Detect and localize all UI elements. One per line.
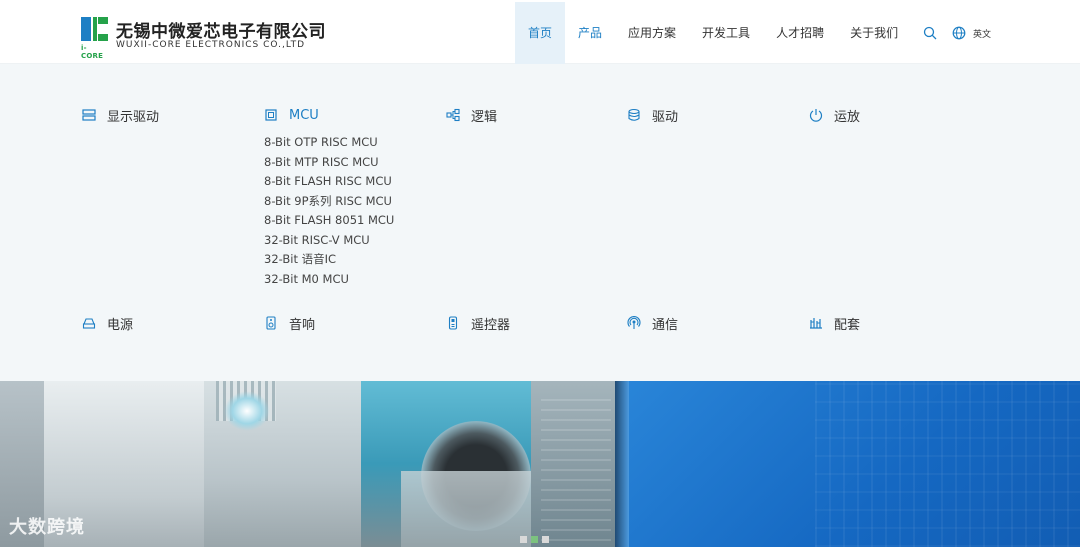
category-label: 逻辑 [471,109,498,125]
banner-panel [204,381,362,547]
banner-panel [531,381,615,547]
category-label: 驱动 [652,109,679,125]
category-op-amp[interactable]: 运放 [809,106,861,125]
nav-careers[interactable]: 人才招聘 [763,2,837,64]
speaker-icon [266,316,276,330]
submenu-item[interactable]: 32-Bit 语音IC [264,250,394,270]
submenu-item[interactable]: 8-Bit 9P系列 RISC MCU [264,192,394,212]
nav-dev-tools[interactable]: 开发工具 [689,2,763,64]
hero-banner[interactable]: 大数跨境 [0,381,1080,547]
category-label: 电源 [107,317,134,333]
submenu-item[interactable]: 8-Bit MTP RISC MCU [264,153,394,173]
nav-about[interactable]: 关于我们 [837,2,911,64]
category-audio[interactable]: 音响 [264,314,316,333]
carousel-dots [520,536,549,543]
banner-panel [615,381,1080,547]
category-label: 运放 [834,109,861,125]
power-icon [82,318,96,329]
category-display-driver[interactable]: 显示驱动 [82,106,160,125]
category-label: 音响 [289,317,316,333]
carousel-dot-active[interactable] [531,536,538,543]
banner-panel [361,381,531,547]
category-mcu[interactable]: MCU [264,106,319,124]
globe-icon[interactable] [952,26,966,40]
category-label: 配套 [834,317,861,333]
category-accessories[interactable]: 配套 [809,314,861,333]
submenu-item[interactable]: 32-Bit RISC-V MCU [264,231,394,251]
submenu-item[interactable]: 8-Bit FLASH RISC MCU [264,172,394,192]
category-driver[interactable]: 驱动 [627,106,679,125]
category-remote[interactable]: 遥控器 [446,314,511,333]
mcu-submenu: 8-Bit OTP RISC MCU 8-Bit MTP RISC MCU 8-… [264,133,394,289]
main-nav: 首页 产品 应用方案 开发工具 人才招聘 关于我们 [515,2,911,64]
driver-icon [628,108,640,121]
products-mega-menu: 显示驱动 MCU 逻辑 驱动 运放 8-Bit OTP RISC MCU 8-B… [0,64,1080,381]
category-label: 显示驱动 [107,109,160,125]
submenu-item[interactable]: 32-Bit M0 MCU [264,270,394,290]
logo-tag: i-CORE [81,44,104,60]
search-icon[interactable] [923,26,937,40]
logic-icon [446,108,460,122]
carousel-dot[interactable] [542,536,549,543]
submenu-item[interactable]: 8-Bit FLASH 8051 MCU [264,211,394,231]
chip-icon [265,109,277,121]
watermark: 大数跨境 [9,517,85,538]
nav-solutions[interactable]: 应用方案 [615,2,689,64]
language-switch[interactable]: 英文 [973,27,991,40]
company-logo[interactable]: i-CORE 无锡中微爱芯电子有限公司 WUXII-CORE ELECTRONI… [81,17,331,60]
logo-mark-icon: i-CORE [81,17,108,60]
remote-icon [448,316,458,330]
carousel-dot[interactable] [520,536,527,543]
category-label: 遥控器 [471,317,511,333]
category-logic[interactable]: 逻辑 [446,106,498,125]
nav-home[interactable]: 首页 [515,2,566,64]
op-amp-icon [809,109,823,122]
nav-products[interactable]: 产品 [565,2,615,64]
category-power[interactable]: 电源 [82,314,134,333]
company-name-cn: 无锡中微爱芯电子有限公司 [116,22,326,42]
category-label: 通信 [652,317,679,333]
category-communication[interactable]: 通信 [627,314,679,333]
accessory-icon [810,318,822,329]
display-driver-icon [82,109,96,121]
signal-icon [627,316,641,329]
category-label: MCU [289,107,319,123]
company-name-en: WUXII-CORE ELECTRONICS CO.,LTD [116,40,306,50]
submenu-item[interactable]: 8-Bit OTP RISC MCU [264,133,394,153]
site-header: i-CORE 无锡中微爱芯电子有限公司 WUXII-CORE ELECTRONI… [0,0,1080,64]
